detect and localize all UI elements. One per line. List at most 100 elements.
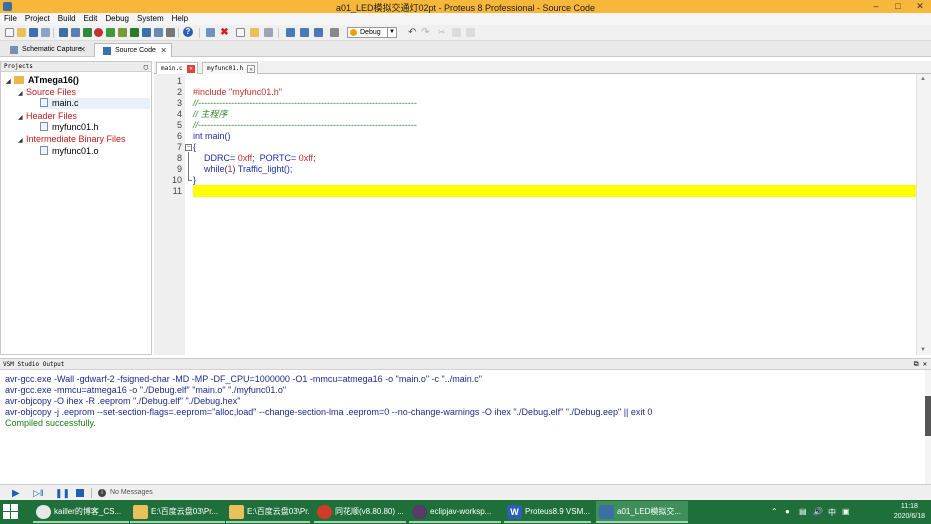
save-all-icon[interactable] bbox=[41, 28, 50, 37]
remove-file-icon[interactable] bbox=[264, 28, 273, 37]
task-browser[interactable]: kailler的博客_CS... bbox=[33, 501, 129, 523]
rebuild-icon[interactable] bbox=[300, 28, 309, 37]
expand-triangle-icon[interactable]: ◢ bbox=[18, 89, 26, 100]
home-icon[interactable] bbox=[59, 28, 68, 37]
task-proteus[interactable]: a01_LED模拟交... bbox=[596, 501, 688, 523]
editor-tab-label: main.c bbox=[161, 65, 183, 72]
pause-icon[interactable]: ❚❚ bbox=[55, 489, 70, 498]
task-word[interactable]: W Proteus8.9 VSM... bbox=[504, 501, 591, 523]
design-explorer-icon[interactable] bbox=[118, 28, 127, 37]
identifier: ; PORTC bbox=[252, 153, 291, 163]
scrollbar-thumb[interactable] bbox=[925, 396, 931, 436]
restore-icon[interactable]: ⧉ bbox=[914, 360, 919, 368]
preprocessor-directive: #include bbox=[193, 87, 230, 97]
menu-edit[interactable]: Edit bbox=[80, 13, 102, 25]
copy-icon[interactable] bbox=[452, 28, 461, 37]
close-icon[interactable]: ✕ bbox=[187, 65, 195, 73]
gerber-icon[interactable] bbox=[106, 28, 115, 37]
task-explorer-1[interactable]: E:\百度云盘03\Pr... bbox=[130, 501, 225, 523]
schematic-icon[interactable] bbox=[71, 28, 80, 37]
refresh-icon[interactable] bbox=[206, 28, 215, 37]
cut-icon[interactable]: ✂ bbox=[438, 28, 447, 37]
tree-file-main-c[interactable]: main.c bbox=[40, 98, 150, 109]
source-code-icon[interactable] bbox=[142, 28, 151, 37]
bom-icon[interactable] bbox=[130, 28, 139, 37]
library-icon[interactable] bbox=[166, 28, 175, 37]
undo-icon[interactable]: ↶ bbox=[408, 28, 417, 38]
menu-file[interactable]: File bbox=[0, 13, 21, 25]
new-source-icon[interactable] bbox=[236, 28, 245, 37]
tree-group-source-files[interactable]: ◢ Source Files bbox=[18, 87, 76, 98]
tree-group-intermediate-files[interactable]: ◢ Intermediate Binary Files bbox=[18, 134, 126, 145]
toolbar-separator bbox=[178, 28, 179, 38]
code-editor[interactable]: 1 2 3 4 5 6 7 8 9 10 11 − #include "myfu… bbox=[154, 74, 931, 355]
build-icon[interactable] bbox=[286, 28, 295, 37]
tab-source-code[interactable]: Source Code ✕ bbox=[94, 43, 172, 57]
save-icon[interactable] bbox=[29, 28, 38, 37]
clean-icon[interactable] bbox=[330, 28, 339, 37]
new-file-icon[interactable] bbox=[5, 28, 14, 37]
build-config-select[interactable]: Debug ▼ bbox=[347, 27, 397, 38]
editor-tab-main-c[interactable]: main.c ✕ bbox=[156, 62, 198, 74]
maximize-button[interactable]: □ bbox=[887, 0, 909, 13]
taskbar-clock[interactable]: 11:18 2020/6/18 bbox=[894, 502, 925, 522]
output-scrollbar[interactable] bbox=[925, 370, 931, 485]
messages-indicator[interactable]: i No Messages bbox=[98, 488, 153, 498]
tree-file-myfunc01-h[interactable]: myfunc01.h bbox=[40, 122, 99, 133]
close-window-button[interactable]: ✕ bbox=[909, 0, 931, 13]
task-eclipse[interactable]: eclipjav-worksp... bbox=[409, 501, 501, 523]
menu-debug[interactable]: Debug bbox=[101, 13, 133, 25]
tree-file-myfunc01-o[interactable]: myfunc01.o bbox=[40, 146, 99, 157]
minimize-button[interactable]: – bbox=[865, 0, 887, 13]
expand-triangle-icon[interactable]: ◢ bbox=[18, 113, 26, 124]
scroll-down-icon[interactable]: ▼ bbox=[920, 347, 926, 353]
editor-tab-myfunc01-h[interactable]: myfunc01.h ✕ bbox=[202, 62, 258, 74]
menu-help[interactable]: Help bbox=[168, 13, 192, 25]
fold-toggle-icon[interactable]: − bbox=[185, 144, 192, 151]
volume-icon[interactable]: 🔊 bbox=[813, 507, 823, 516]
expand-triangle-icon[interactable]: ◢ bbox=[6, 77, 14, 88]
paste-icon[interactable] bbox=[466, 28, 475, 37]
editor-vertical-scrollbar[interactable]: ▲ ▼ bbox=[916, 74, 931, 355]
code-line-4: // 主程序 bbox=[193, 109, 228, 119]
tree-group-header-files[interactable]: ◢ Header Files bbox=[18, 111, 77, 122]
task-label: 同花顺(v8.80.80) ... bbox=[335, 507, 404, 516]
scroll-up-icon[interactable]: ▲ bbox=[920, 76, 926, 82]
stop-icon[interactable] bbox=[76, 489, 84, 497]
input-language-indicator[interactable]: 中 bbox=[828, 507, 836, 518]
tray-overflow-icon[interactable]: ⌃ bbox=[771, 507, 778, 516]
pin-icon[interactable]: ▢ bbox=[144, 62, 148, 72]
input-method-icon[interactable]: ▣ bbox=[842, 507, 850, 516]
task-explorer-2[interactable]: E:\百度云盘03\Pr... bbox=[226, 501, 310, 523]
stop-icon[interactable] bbox=[94, 28, 103, 37]
menu-build[interactable]: Build bbox=[54, 13, 80, 25]
tab-schematic-capture[interactable]: Schematic Capture ✕ bbox=[2, 43, 90, 57]
expand-triangle-icon[interactable]: ◢ bbox=[18, 136, 26, 147]
help-icon[interactable]: ? bbox=[183, 27, 193, 37]
pcb-icon[interactable] bbox=[83, 28, 92, 37]
step-icon[interactable]: ▷‖ bbox=[33, 489, 44, 498]
close-icon[interactable]: ✕ bbox=[247, 65, 255, 73]
play-icon[interactable]: ▶ bbox=[12, 489, 22, 499]
menu-system[interactable]: System bbox=[133, 13, 168, 25]
windows-start-icon[interactable] bbox=[3, 504, 19, 520]
notes-icon[interactable] bbox=[154, 28, 163, 37]
title-bar: a01_LED模拟交通灯02pt - Proteus 8 Professiona… bbox=[0, 0, 931, 13]
close-icon[interactable]: ✕ bbox=[79, 43, 86, 56]
menu-project[interactable]: Project bbox=[21, 13, 54, 25]
config-icon bbox=[350, 29, 357, 36]
close-icon[interactable]: ✕ bbox=[923, 360, 927, 368]
delete-icon[interactable]: ✖ bbox=[220, 28, 229, 38]
tray-app-icon[interactable]: ● bbox=[785, 507, 790, 516]
code-line-5: //--------------------------------------… bbox=[193, 120, 417, 130]
task-tonghuashun[interactable]: 同花顺(v8.80.80) ... bbox=[314, 501, 406, 523]
open-folder-icon[interactable] bbox=[17, 28, 26, 37]
code-line-8: DDRC= 0xff; PORTC= 0xff; bbox=[204, 153, 316, 164]
add-file-icon[interactable] bbox=[250, 28, 259, 37]
tree-root[interactable]: ◢ ATmega16() bbox=[6, 75, 79, 86]
panel-title: VSM Studio Output bbox=[3, 361, 65, 368]
network-icon[interactable]: ▤ bbox=[799, 507, 807, 516]
redo-icon[interactable]: ↷ bbox=[421, 28, 430, 38]
close-icon[interactable]: ✕ bbox=[160, 44, 167, 57]
build-project-icon[interactable] bbox=[314, 28, 323, 37]
